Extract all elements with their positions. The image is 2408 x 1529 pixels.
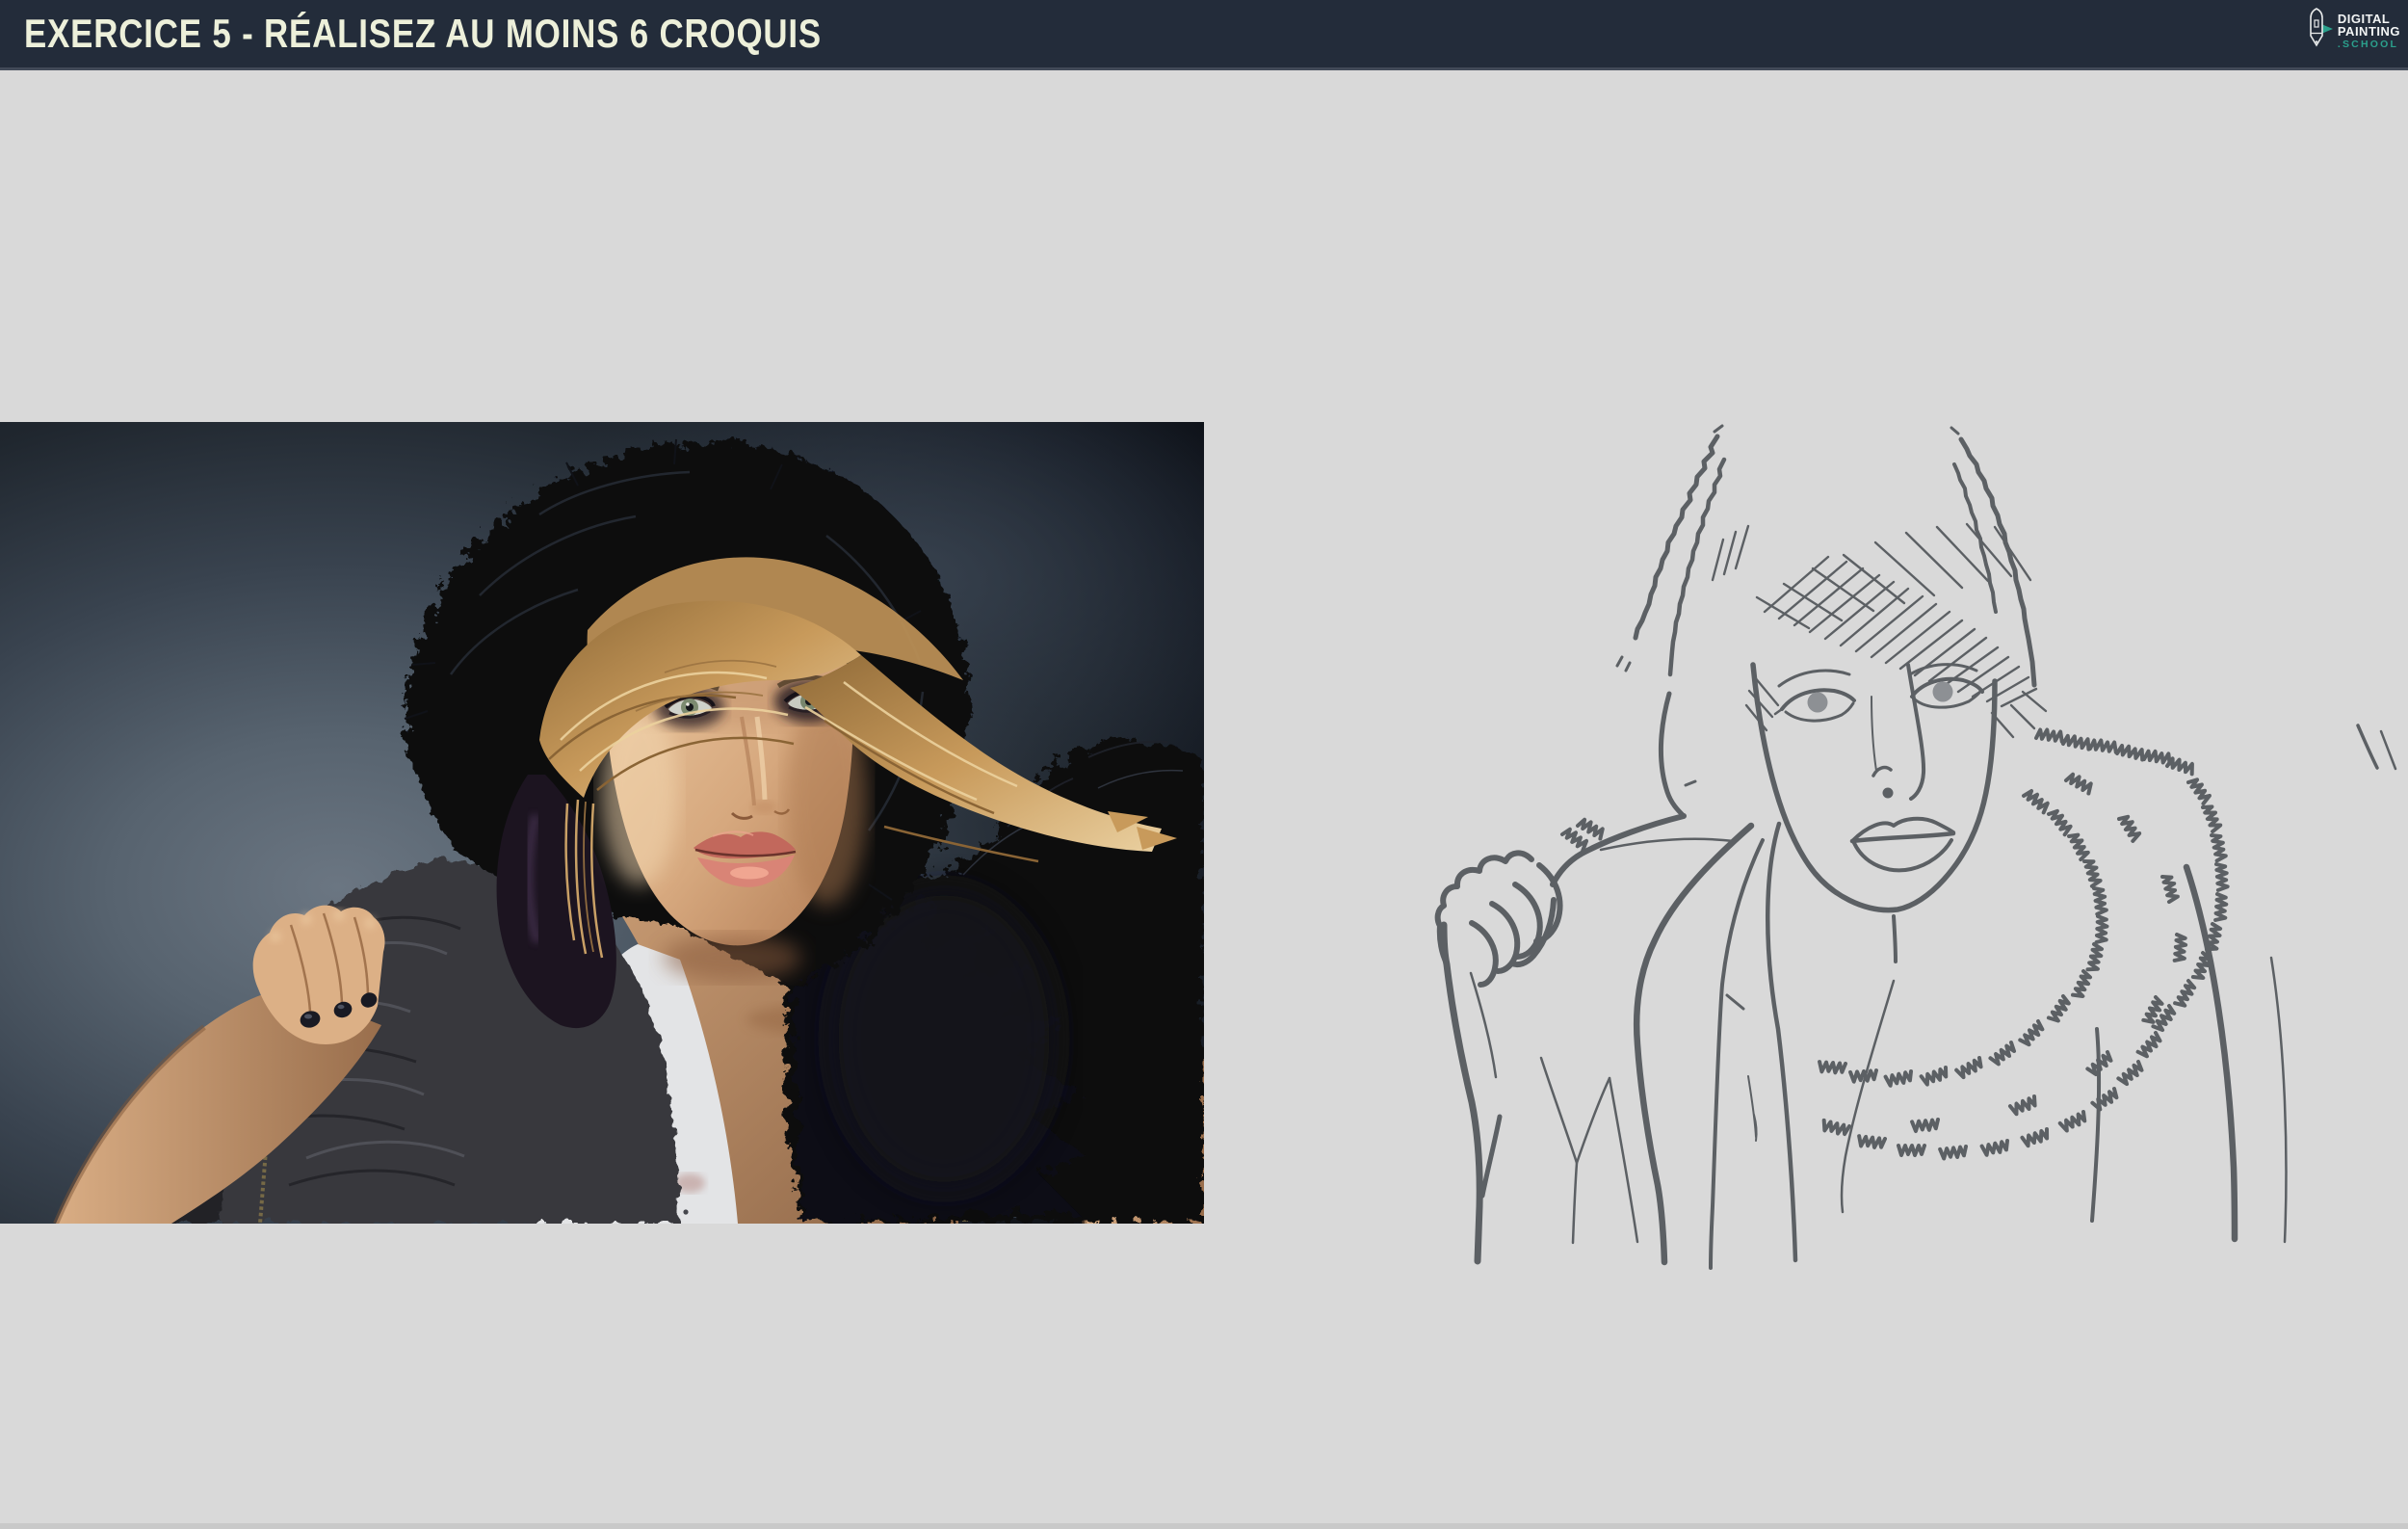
sketch-lips	[1852, 819, 1953, 871]
brand-line-2: PAINTING	[2338, 25, 2400, 38]
brand-text: DIGITAL PAINTING .SCHOOL	[2338, 13, 2400, 51]
reference-photo	[0, 422, 1204, 1224]
sketch-shoulder-line	[1553, 816, 1734, 884]
sketch-left-eye	[1775, 671, 1854, 721]
footer-strip	[0, 1523, 2408, 1529]
slide: EXERCICE 5 - RÉALISEZ AU MOINS 6 CROQUIS…	[0, 0, 2408, 1529]
sketch-stray-marks	[2358, 725, 2395, 769]
header-bar: EXERCICE 5 - RÉALISEZ AU MOINS 6 CROQUIS…	[0, 0, 2408, 70]
sketch-hat-left-spike	[1617, 426, 1724, 816]
sketch-face-outline	[1753, 665, 1995, 962]
sketch-fur-collar-squiggles	[1819, 728, 2227, 1159]
brand-line-1: DIGITAL	[2338, 13, 2400, 25]
sketch-nose	[1871, 665, 1924, 799]
sketch-hand	[1438, 853, 1560, 985]
brand-line-3: .SCHOOL	[2338, 39, 2400, 51]
page-title: EXERCICE 5 - RÉALISEZ AU MOINS 6 CROQUIS	[24, 11, 822, 57]
brand-logo: DIGITAL PAINTING .SCHOOL	[2300, 6, 2400, 57]
sketch-canvas	[1348, 405, 2408, 1291]
pencil-icon	[2300, 6, 2335, 57]
